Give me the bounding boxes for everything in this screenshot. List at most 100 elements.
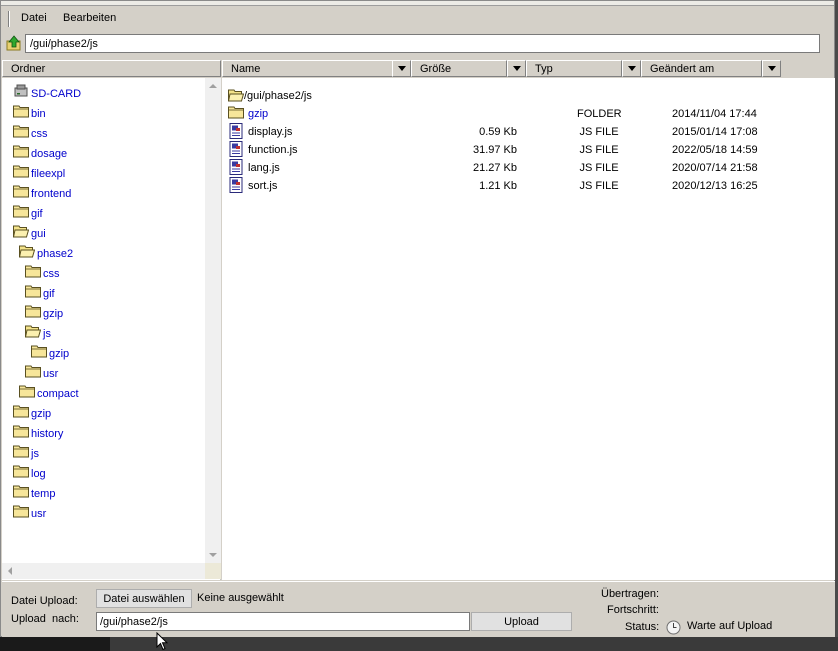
folder-tree: SD-CARD bin css dosage fileexpl frontend gif gu… xyxy=(2,78,221,580)
js-file-icon xyxy=(229,141,243,157)
file-modified: 2020/12/13 16:25 xyxy=(672,180,758,192)
file-size: 31.97 Kb xyxy=(472,144,517,156)
folder-icon xyxy=(25,305,41,318)
file-row[interactable]: sort.js 1.21 Kb JS FILE 2020/12/13 16:25 xyxy=(222,177,835,195)
folder-icon xyxy=(13,105,29,118)
file-row[interactable]: lang.js 21.27 Kb JS FILE 2020/07/14 21:58 xyxy=(222,159,835,177)
background-strip xyxy=(0,637,838,651)
tree-item-label: usr xyxy=(43,368,59,380)
scroll-up-arrow[interactable] xyxy=(209,84,217,88)
tree-item-label: js xyxy=(31,448,39,460)
mouse-cursor-icon xyxy=(156,632,168,651)
tree-item-label: fileexpl xyxy=(31,168,66,180)
transferred-label: Übertragen: xyxy=(601,588,660,600)
folder-icon xyxy=(13,445,29,458)
file-modified: 2014/11/04 17:44 xyxy=(672,108,757,120)
no-file-selected-text: Keine ausgewählt xyxy=(197,592,284,604)
column-name-header[interactable]: Name xyxy=(222,60,393,77)
sort-name-button[interactable] xyxy=(392,60,411,77)
tree-item-label: gui xyxy=(31,228,46,240)
folder-open-icon xyxy=(19,245,35,258)
file-name: display.js xyxy=(248,126,293,138)
window-top-border xyxy=(1,1,834,6)
tree-horizontal-scrollbar[interactable] xyxy=(2,563,205,579)
upload-target-input[interactable] xyxy=(96,612,470,631)
folder-icon xyxy=(13,405,29,418)
status-label: Status: xyxy=(625,621,660,633)
folder-open-icon xyxy=(13,225,29,238)
file-modified: 2020/07/14 21:58 xyxy=(672,162,758,174)
file-type: JS FILE xyxy=(579,180,619,192)
tree-item-label: gzip xyxy=(49,348,70,360)
file-row[interactable]: display.js 0.59 Kb JS FILE 2015/01/14 17:08 xyxy=(222,123,835,141)
scroll-left-arrow[interactable] xyxy=(8,567,12,575)
folder-icon xyxy=(13,185,29,198)
folder-open-icon xyxy=(25,325,41,338)
folder-row[interactable]: gzip FOLDER 2014/11/04 17:44 xyxy=(222,105,835,123)
sort-modified-button[interactable] xyxy=(762,60,781,77)
upload-panel: Datei Upload: Datei auswählen Keine ausg… xyxy=(2,581,835,637)
folder-icon xyxy=(13,145,29,158)
tree-item-label: bin xyxy=(31,108,46,120)
folder-icon xyxy=(25,285,41,298)
current-path-label: /gui/phase2/js xyxy=(244,90,312,102)
tree-item-label: gzip xyxy=(31,408,52,420)
file-size: 1.21 Kb xyxy=(479,180,517,192)
folder-icon xyxy=(13,205,29,218)
folder-icon xyxy=(13,465,29,478)
file-name: gzip xyxy=(248,108,269,120)
choose-file-button[interactable]: Datei auswählen xyxy=(96,589,192,608)
file-size: 21.27 Kb xyxy=(472,162,517,174)
tree-item-label: compact xyxy=(37,388,79,400)
current-path-row: /gui/phase2/js xyxy=(222,87,835,105)
scroll-down-arrow[interactable] xyxy=(209,553,217,557)
tree-item-label: usr xyxy=(31,508,47,520)
tree-header: Ordner xyxy=(2,60,221,77)
sd-card-icon xyxy=(14,84,28,97)
tree-item-label: history xyxy=(31,428,64,440)
file-name: sort.js xyxy=(248,180,278,192)
sort-type-button[interactable] xyxy=(622,60,641,77)
sort-size-button[interactable] xyxy=(507,60,526,77)
file-upload-label: Datei Upload: xyxy=(11,595,78,607)
tree-item-label: temp xyxy=(31,488,56,500)
background-block xyxy=(0,637,110,651)
tree-vertical-scrollbar[interactable] xyxy=(205,78,221,563)
folder-icon xyxy=(19,385,35,398)
file-modified: 2022/05/18 14:59 xyxy=(672,144,758,156)
menu-bar: Datei Bearbeiten xyxy=(1,7,834,29)
js-file-icon xyxy=(229,159,243,175)
tree-item-label: gif xyxy=(43,288,55,300)
folder-icon xyxy=(25,365,41,378)
file-type: JS FILE xyxy=(579,144,619,156)
file-size: 0.59 Kb xyxy=(479,126,517,138)
file-modified: 2015/01/14 17:08 xyxy=(672,126,758,138)
upload-button[interactable]: Upload xyxy=(471,612,572,631)
tree-item-label: js xyxy=(43,328,51,340)
file-type: JS FILE xyxy=(579,162,619,174)
file-type: JS FILE xyxy=(579,126,619,138)
tree-item-label: dosage xyxy=(31,148,68,160)
address-input[interactable] xyxy=(25,34,820,53)
file-explorer-window: Datei Bearbeiten Ordner Name Größe Typ G… xyxy=(0,0,835,637)
tree-item-label: SD-CARD xyxy=(31,88,82,100)
column-type-header[interactable]: Typ xyxy=(526,60,622,77)
folder-icon xyxy=(25,265,41,278)
folder-icon xyxy=(13,125,29,138)
tree-item-label: phase2 xyxy=(37,248,74,260)
menu-datei[interactable]: Datei xyxy=(21,12,47,24)
folder-open-icon xyxy=(228,89,244,102)
file-row[interactable]: function.js 31.97 Kb JS FILE 2022/05/18 14:… xyxy=(222,141,835,159)
clock-icon xyxy=(666,620,681,635)
file-name: function.js xyxy=(248,144,298,156)
column-size-header[interactable]: Größe xyxy=(411,60,507,77)
menu-bearbeiten[interactable]: Bearbeiten xyxy=(63,12,116,24)
folder-up-icon[interactable] xyxy=(6,35,22,51)
tree-item-label: frontend xyxy=(31,188,72,200)
tree-item-label: log xyxy=(31,468,46,480)
scroll-corner xyxy=(205,563,221,579)
folder-icon xyxy=(228,106,244,119)
column-modified-header[interactable]: Geändert am xyxy=(641,60,762,77)
tree-item-label: css xyxy=(31,128,48,140)
tree-item-label: css xyxy=(43,268,60,280)
